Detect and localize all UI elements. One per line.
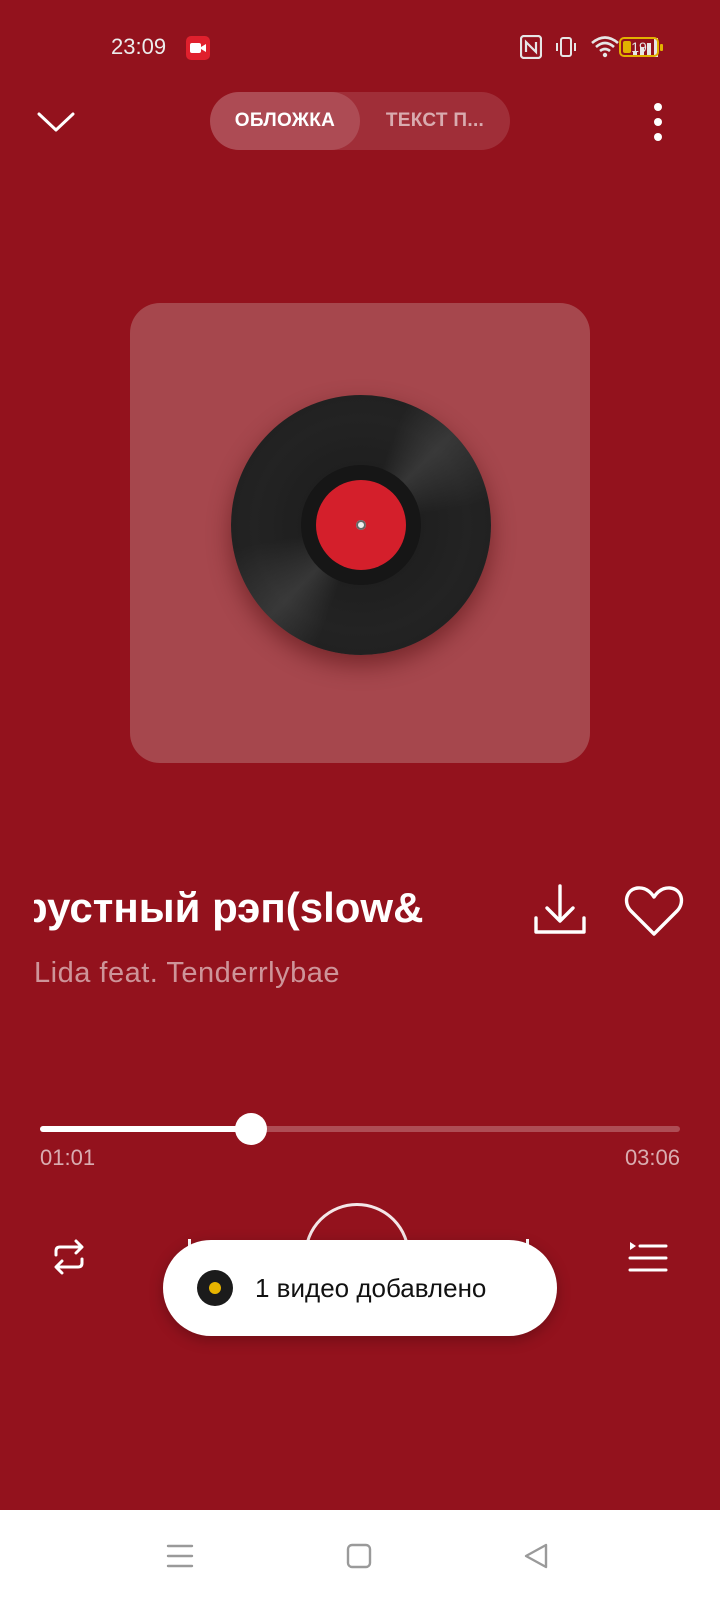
current-time: 01:01 — [40, 1145, 96, 1170]
track-title-text: рустный рэп(slow& — [34, 884, 424, 931]
battery-icon: 19 — [619, 37, 663, 57]
tab-cover[interactable]: ОБЛОЖКА — [210, 92, 360, 150]
system-navigation-bar — [0, 1510, 720, 1600]
nfc-icon — [520, 35, 542, 59]
back-icon[interactable] — [522, 1542, 550, 1570]
wifi-icon — [591, 36, 619, 58]
heart-icon[interactable] — [624, 884, 684, 938]
toast-message: 1 видео добавлено — [255, 1273, 487, 1303]
status-time: 23:09 — [111, 34, 167, 59]
track-title: рустный рэп(slow& — [34, 880, 464, 936]
view-tabs: ОБЛОЖКА ТЕКСТ П... — [210, 92, 510, 150]
seek-thumb[interactable] — [235, 1113, 268, 1145]
battery-level: 19 — [631, 39, 647, 55]
vibrate-icon — [556, 37, 576, 57]
total-time: 03:06 — [624, 1145, 680, 1170]
music-disc-icon — [197, 1270, 233, 1306]
more-options-icon[interactable] — [652, 102, 664, 142]
chevron-down-icon[interactable] — [36, 106, 76, 136]
tab-lyrics[interactable]: ТЕКСТ П... — [360, 92, 510, 150]
album-cover — [130, 303, 590, 763]
vinyl-record-icon — [231, 395, 491, 655]
download-icon[interactable] — [532, 882, 588, 938]
player-header: ОБЛОЖКА ТЕКСТ П... — [0, 88, 720, 156]
playlist-queue-icon[interactable] — [628, 1240, 668, 1276]
toast-notification: 1 видео добавлено — [163, 1240, 557, 1336]
repeat-icon[interactable] — [48, 1237, 90, 1277]
seek-fill — [40, 1126, 252, 1132]
seek-bar[interactable] — [40, 1112, 680, 1145]
screen-record-icon — [186, 36, 210, 60]
track-artist: Lida feat. Tenderrlybae — [34, 957, 341, 989]
home-icon[interactable] — [345, 1542, 373, 1570]
menu-icon[interactable] — [166, 1542, 194, 1570]
status-bar: 23:09 19 — [0, 0, 720, 96]
